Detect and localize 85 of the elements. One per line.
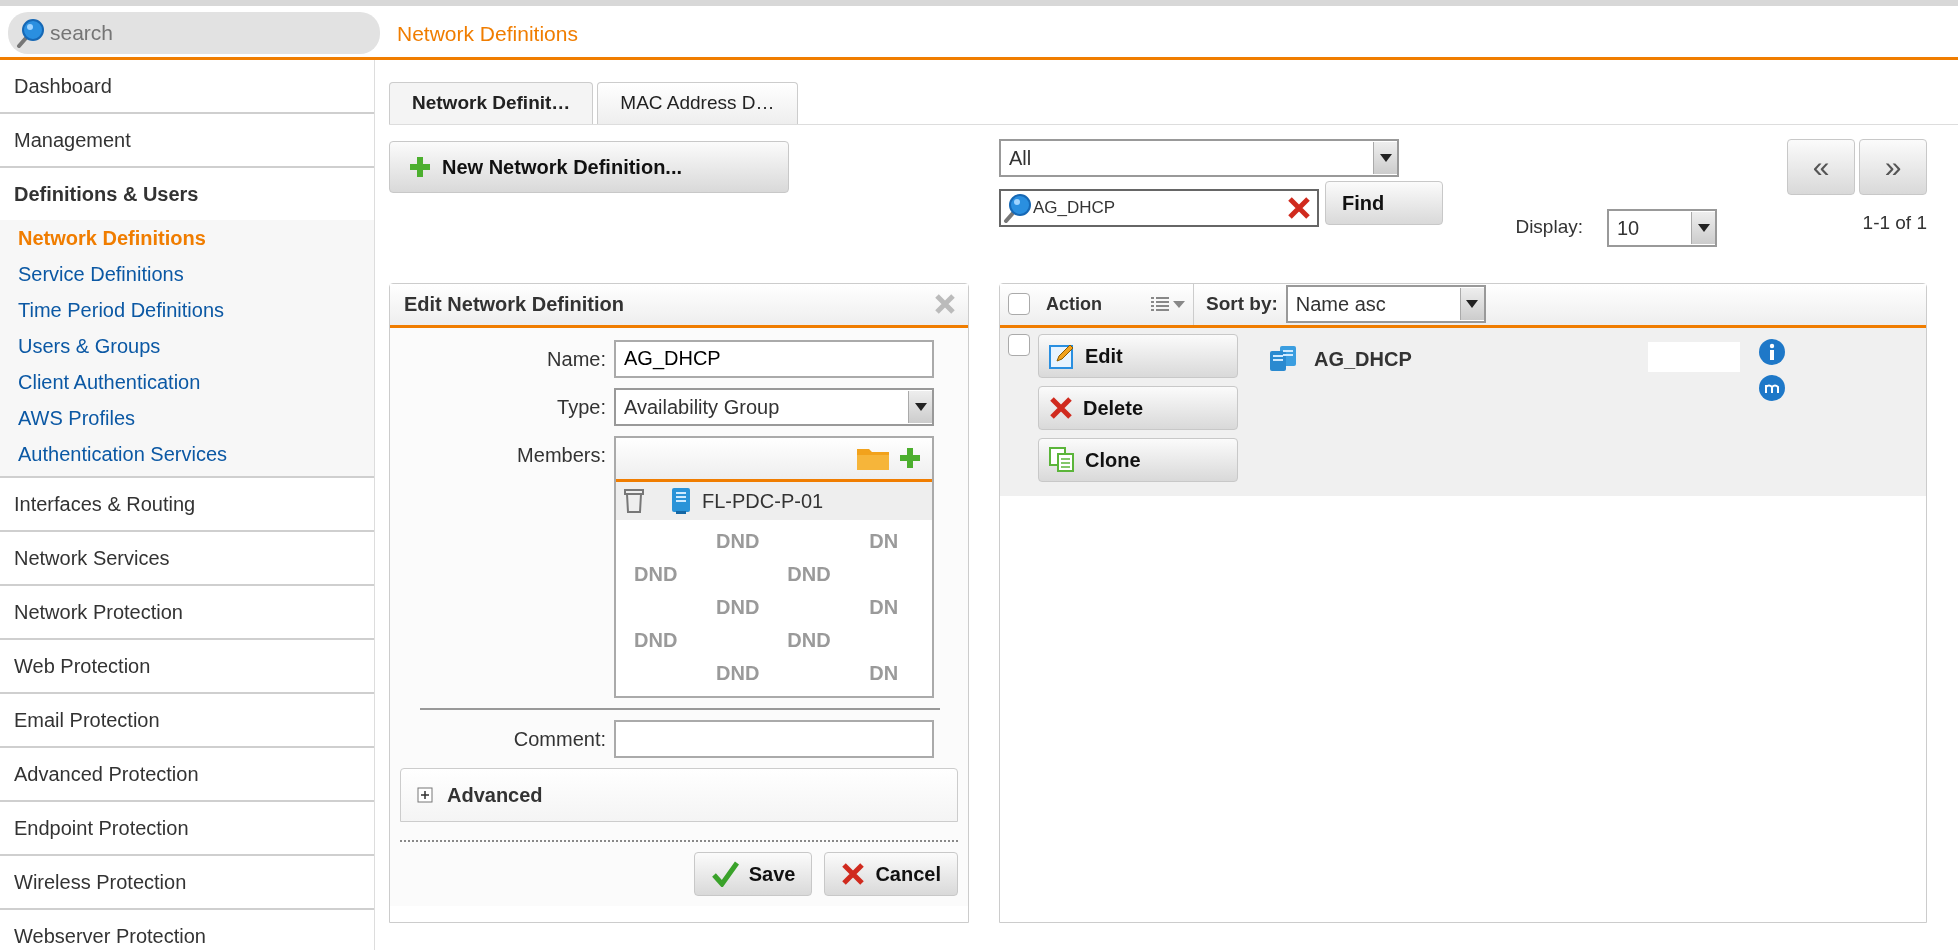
checkbox[interactable] bbox=[1008, 333, 1030, 356]
text-field[interactable] bbox=[614, 719, 934, 758]
drop-hint: DND bbox=[716, 528, 760, 554]
sidebar-subitem[interactable]: AWS Profiles bbox=[0, 400, 374, 436]
drop-hint: DND bbox=[716, 594, 760, 620]
caret-icon bbox=[1379, 153, 1392, 162]
member-name: FL-PDC-P-01 bbox=[702, 488, 824, 514]
delete-button[interactable]: Delete bbox=[1038, 385, 1238, 430]
sidebar-item[interactable]: Web Protection bbox=[0, 640, 374, 694]
definition-name: AG_DHCP bbox=[1314, 346, 1412, 372]
drop-hint: DND bbox=[787, 627, 831, 653]
m-circle-icon[interactable] bbox=[1758, 373, 1786, 402]
sidebar-item[interactable]: Interfaces & Routing bbox=[0, 478, 374, 532]
expand-icon[interactable] bbox=[417, 786, 433, 803]
field-label: Comment: bbox=[512, 726, 606, 752]
field-label: Name: bbox=[546, 346, 606, 372]
cross-icon bbox=[841, 861, 866, 886]
pager-button[interactable]: « bbox=[1787, 138, 1855, 195]
server-icon bbox=[670, 486, 692, 515]
type-dropdown[interactable]: Availability Group bbox=[614, 387, 934, 426]
pencil-icon bbox=[1049, 342, 1075, 369]
add-icon[interactable] bbox=[898, 446, 922, 470]
save-button[interactable]: Save bbox=[693, 851, 813, 896]
close-icon[interactable] bbox=[934, 293, 956, 315]
tab[interactable]: MAC Address D… bbox=[597, 82, 798, 124]
drop-hint: DN bbox=[869, 528, 899, 554]
clear-icon[interactable] bbox=[1287, 195, 1311, 220]
trash-icon[interactable] bbox=[624, 487, 644, 514]
sidebar-item[interactable]: Advanced Protection bbox=[0, 748, 374, 802]
search-field[interactable]: AG_DHCP bbox=[999, 188, 1319, 227]
drop-hint: DN bbox=[869, 660, 899, 686]
sidebar-item[interactable]: Wireless Protection bbox=[0, 856, 374, 910]
search-field[interactable]: search bbox=[8, 12, 380, 54]
copies-icon bbox=[1049, 446, 1075, 473]
checkbox[interactable] bbox=[1008, 293, 1030, 315]
sidebar-item[interactable]: Definitions & Users bbox=[0, 168, 374, 220]
drop-hint: DN bbox=[869, 594, 899, 620]
caret-icon bbox=[1697, 223, 1710, 232]
list-icon[interactable] bbox=[1151, 296, 1185, 312]
display-label: Display: bbox=[1515, 215, 1583, 240]
pager-button[interactable]: » bbox=[1859, 138, 1927, 195]
sort-dropdown[interactable]: Name asc bbox=[1285, 285, 1486, 323]
field-label: Members: bbox=[516, 442, 606, 468]
text-field[interactable]: AG_DHCP bbox=[614, 339, 934, 378]
page-range: 1-1 of 1 bbox=[1862, 210, 1927, 235]
drop-hint: DND bbox=[634, 561, 678, 587]
drop-hint: DND bbox=[787, 561, 831, 587]
cancel-button[interactable]: Cancel bbox=[824, 851, 958, 896]
clone-button[interactable]: Clone bbox=[1038, 437, 1238, 482]
sidebar-item[interactable]: Dashboard bbox=[0, 60, 374, 114]
tab[interactable]: Network Definit… bbox=[389, 82, 594, 124]
sort-label: Sort by: bbox=[1206, 291, 1278, 316]
sidebar-subitem[interactable]: Time Period Definitions bbox=[0, 292, 374, 328]
panel-title: Edit Network Definition bbox=[403, 292, 625, 317]
plus-icon[interactable] bbox=[408, 154, 432, 179]
page-title: Network Definitions bbox=[396, 21, 579, 47]
filter-dropdown[interactable]: All bbox=[999, 138, 1399, 177]
column-header: Action bbox=[1046, 292, 1103, 316]
sidebar-subitem[interactable]: Users & Groups bbox=[0, 328, 374, 364]
field-label: Type: bbox=[556, 394, 606, 420]
sidebar-item[interactable]: Network Services bbox=[0, 532, 374, 586]
drop-hint: DND bbox=[716, 660, 760, 686]
cross-icon bbox=[1049, 395, 1073, 420]
sidebar-subitem[interactable]: Authentication Services bbox=[0, 436, 374, 472]
sidebar-item[interactable]: Email Protection bbox=[0, 694, 374, 748]
search-icon bbox=[1003, 192, 1033, 223]
members-list[interactable]: FL-PDC-P-01 DND DN DND DND DND DN DND DND DND DN bbox=[614, 435, 934, 698]
sidebar-item[interactable]: Endpoint Protection bbox=[0, 802, 374, 856]
sidebar-item[interactable]: Webserver Protection bbox=[0, 910, 374, 950]
sidebar-subitem[interactable]: Client Authentication bbox=[0, 364, 374, 400]
new-definition-button[interactable]: New Network Definition... bbox=[389, 140, 789, 193]
edit-button[interactable]: Edit bbox=[1038, 333, 1238, 378]
drop-hint: DND bbox=[634, 627, 678, 653]
info-icon[interactable] bbox=[1758, 337, 1786, 366]
server-group-icon bbox=[1268, 343, 1298, 372]
sidebar-item[interactable]: Network Protection bbox=[0, 586, 374, 640]
checkmark-icon bbox=[710, 860, 739, 887]
search-icon bbox=[16, 18, 46, 48]
caret-icon bbox=[1466, 300, 1479, 308]
section-toggle[interactable]: Advanced bbox=[447, 779, 543, 810]
sidebar-item[interactable]: Management bbox=[0, 114, 374, 168]
sidebar-subitem[interactable]: Service Definitions bbox=[0, 256, 374, 292]
caret-icon bbox=[914, 402, 927, 411]
display-dropdown[interactable]: 10 bbox=[1607, 208, 1717, 247]
find-button[interactable]: Find bbox=[1325, 180, 1443, 225]
